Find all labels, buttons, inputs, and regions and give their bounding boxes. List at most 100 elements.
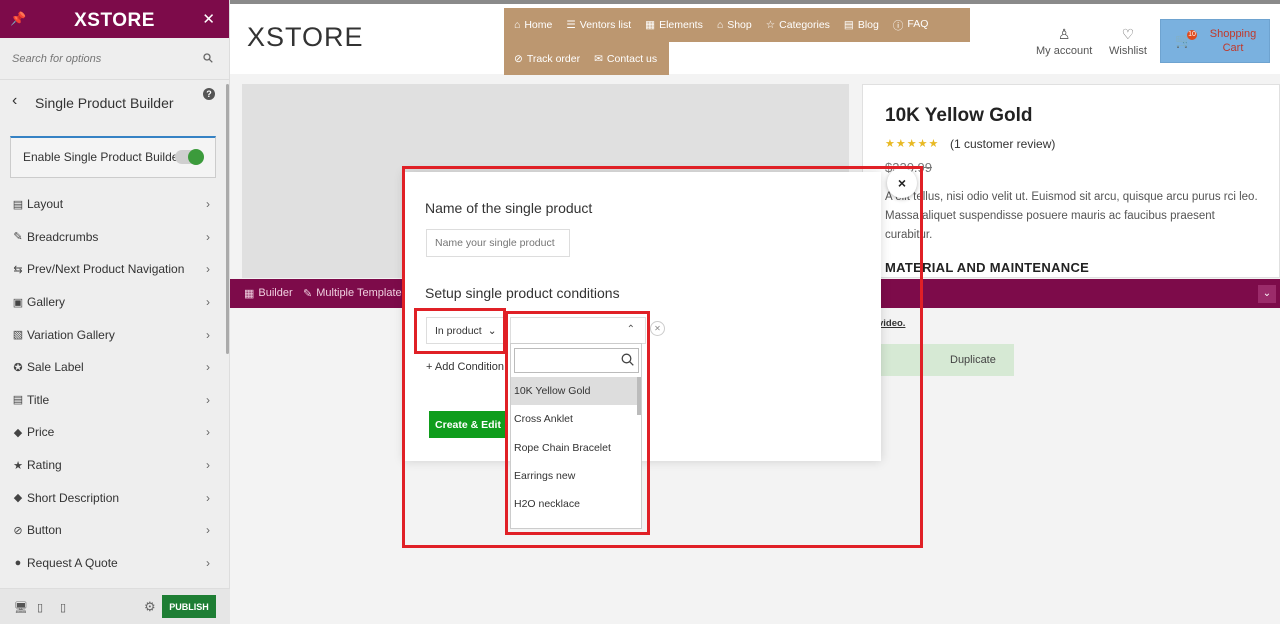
sidebar-item-label: Rating	[27, 458, 62, 473]
sidebar-menu: ▤ Layout › ✎ Breadcrumbs › ⇆ Prev/Next Produc…	[0, 188, 230, 579]
modal-close-button[interactable]: ×	[887, 168, 917, 198]
star-icon: ★	[13, 459, 23, 472]
product-title: 10K Yellow Gold	[885, 105, 1033, 126]
enable-builder-switch[interactable]	[175, 149, 204, 165]
dropdown-option[interactable]: H2O necklace	[511, 490, 641, 518]
product-description: A elit tellus, nisi odio velit ut. Euism…	[885, 191, 1258, 241]
shopping-cart-button[interactable]: 🛒 10 Shopping Cart	[1160, 19, 1270, 63]
tablet-icon[interactable]: ▯	[37, 601, 43, 614]
create-edit-button[interactable]: Create & Edit	[429, 411, 507, 438]
condition-value: In product	[435, 324, 482, 337]
sidebar-item-label: Short Description	[27, 490, 120, 505]
sidebar-item-prev-next[interactable]: ⇆ Prev/Next Product Navigation ›	[0, 253, 230, 286]
list-icon: ☰	[566, 19, 576, 31]
dropdown-option[interactable]: Rope Chain Bracelet	[511, 434, 641, 462]
sidebar-item-gallery[interactable]: ▣ Gallery ›	[0, 286, 230, 319]
chevron-right-icon: ›	[206, 523, 210, 538]
nav-icon: ⇆	[13, 263, 23, 276]
sidebar-item-label: Button	[27, 523, 62, 538]
search-input[interactable]	[0, 38, 229, 80]
dropdown-option[interactable]: Earrings new	[511, 462, 641, 490]
check-circle-icon: ⊘	[514, 52, 523, 65]
nav-label: Ventors list	[579, 19, 632, 31]
gear-icon[interactable]: ⚙	[144, 599, 156, 615]
nav-track-order[interactable]: ⊘ Track order	[514, 53, 580, 65]
nav-faq[interactable]: ⓘ FAQ	[893, 18, 929, 33]
chevron-right-icon: ›	[206, 425, 210, 440]
sidebar-item-title[interactable]: ▤ Title ›	[0, 384, 230, 417]
info-icon: ⓘ	[892, 19, 904, 32]
sidebar-scrollbar[interactable]	[226, 84, 229, 354]
dropdown-list: 10K Yellow Gold Cross Anklet Rope Chain …	[511, 377, 641, 528]
my-account-link[interactable]: ♙ My account	[1036, 26, 1092, 57]
template-icon: ✎	[303, 288, 313, 300]
sidebar-search	[0, 38, 229, 80]
remove-condition-button[interactable]: ✕	[650, 321, 665, 336]
desc-icon: ◆	[13, 492, 23, 505]
title-icon: ▤	[12, 394, 24, 407]
dropdown-option[interactable]: Cross Anklet	[511, 405, 641, 433]
dropdown-search-input[interactable]	[514, 348, 639, 373]
dropdown-option[interactable]: 10K Yellow Gold	[511, 377, 641, 406]
sidebar-item-breadcrumbs[interactable]: ✎ Breadcrumbs ›	[0, 221, 230, 254]
site-header: XSTORE ⌂ Home ☰ Ventors list ▦ Elements ⌂ Sh…	[230, 0, 1280, 75]
site-logo[interactable]: XSTORE	[247, 22, 364, 53]
sale-icon: ✪	[13, 361, 23, 374]
dropdown-option[interactable]: Cross Anklet	[511, 518, 641, 528]
nav-shop[interactable]: ⌂ Shop	[717, 19, 752, 31]
pencil-icon: ✎	[13, 231, 23, 244]
search-icon[interactable]	[203, 52, 213, 66]
conditions-label: Setup single product conditions	[425, 285, 620, 301]
chevron-right-icon: ›	[206, 458, 210, 473]
help-icon[interactable]: ?	[203, 88, 215, 100]
chevron-right-icon: ›	[206, 295, 210, 310]
sidebar-item-label: Prev/Next Product Navigation	[27, 262, 185, 277]
sidebar-item-label: Request A Quote	[27, 555, 118, 570]
nav-home[interactable]: ⌂ Home	[514, 19, 552, 31]
sidebar-footer: 🖥 ▯ ▯ ⚙ PUBLISH	[0, 588, 230, 624]
chevron-down-icon[interactable]: ⌄	[1258, 285, 1276, 303]
nav-categories[interactable]: ☆ Categories	[766, 19, 830, 31]
tab-label: Builder	[258, 287, 293, 299]
product-select[interactable]: ⌃	[510, 317, 646, 344]
name-input[interactable]	[426, 229, 570, 257]
condition-type-select[interactable]: In product ⌄	[426, 317, 504, 344]
tab-multiple-template[interactable]: ✎ Multiple Template	[303, 287, 402, 300]
nav-blog[interactable]: ▤ Blog	[844, 19, 879, 31]
sidebar-item-rating[interactable]: ★ Rating ›	[0, 449, 230, 482]
nav-label: Elements	[659, 19, 703, 31]
mobile-icon[interactable]: ▯	[60, 601, 66, 614]
chevron-right-icon: ›	[206, 490, 210, 505]
chevron-right-icon: ›	[206, 197, 210, 212]
video-link[interactable]: video.	[878, 318, 905, 329]
duplicate-label: Duplicate	[950, 354, 996, 366]
add-condition-button[interactable]: + Add Condition	[426, 361, 504, 373]
rating-stars: ★★★★★	[885, 138, 940, 150]
publish-button[interactable]: PUBLISH	[162, 595, 216, 618]
sidebar-item-short-description[interactable]: ◆ Short Description ›	[0, 481, 230, 514]
sidebar-item-sale-label[interactable]: ✪ Sale Label ›	[0, 351, 230, 384]
close-icon[interactable]: ✕	[202, 10, 215, 28]
nav-label: Categories	[779, 19, 830, 31]
nav-vendors[interactable]: ☰ Ventors list	[566, 19, 631, 31]
desktop-icon[interactable]: 🖥	[14, 601, 28, 614]
price-icon: ◆	[13, 426, 23, 439]
back-arrow-icon[interactable]: ‹	[12, 92, 17, 110]
review-link[interactable]: (1 customer review)	[950, 137, 1055, 151]
chevron-up-icon: ⌃	[626, 324, 635, 335]
dropdown-scrollbar[interactable]	[637, 377, 641, 415]
sidebar-item-variation-gallery[interactable]: ▧ Variation Gallery ›	[0, 318, 230, 351]
wishlist-link[interactable]: ♡ Wishlist	[1109, 26, 1147, 57]
secondary-nav: ⊘ Track order ✉ Contact us	[504, 42, 669, 75]
sidebar-item-layout[interactable]: ▤ Layout ›	[0, 188, 230, 221]
enable-builder-label: Enable Single Product Builder	[23, 150, 183, 164]
sidebar-item-price[interactable]: ◆ Price ›	[0, 416, 230, 449]
nav-elements[interactable]: ▦ Elements	[645, 19, 703, 31]
sidebar-item-request-quote[interactable]: ● Request A Quote ›	[0, 547, 230, 580]
duplicate-button[interactable]: Duplicate	[878, 344, 1014, 376]
tab-label: Multiple Template	[316, 287, 402, 299]
tab-builder[interactable]: ▦ Builder	[244, 287, 293, 300]
sidebar-item-button[interactable]: ⊘ Button ›	[0, 514, 230, 547]
nav-contact[interactable]: ✉ Contact us	[594, 53, 657, 65]
chevron-right-icon: ›	[206, 229, 210, 244]
